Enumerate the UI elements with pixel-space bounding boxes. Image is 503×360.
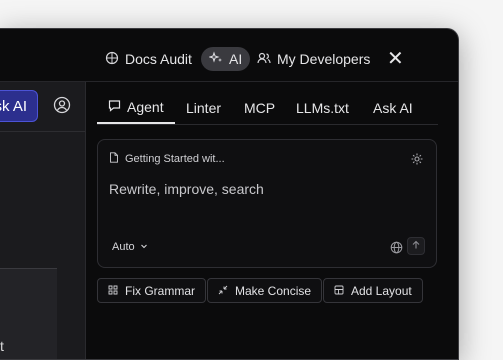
tab-mcp[interactable]: MCP [244,92,275,124]
fix-grammar-label: Fix Grammar [125,283,195,298]
tab-ask-ai-label: Ask AI [373,100,413,116]
send-button[interactable] [407,237,425,255]
tab-linter[interactable]: Linter [186,92,221,124]
app-window: Docs Audit AI My Developers ✕ sk AI t [0,28,459,360]
tab-mcp-label: MCP [244,100,276,116]
my-developers-button[interactable]: My Developers [257,47,370,71]
tab-bar: Agent Linter MCP LLMs.txt Ask AI [97,92,438,125]
left-panel: sk AI t [0,82,86,359]
tab-llms-txt-label: LLMs.txt [296,100,349,116]
add-layout-label: Add Layout [351,283,412,298]
left-divider [0,131,85,132]
arrow-up-icon [411,237,421,255]
tab-linter-label: Linter [186,100,222,116]
close-button[interactable]: ✕ [387,47,404,71]
minimize-icon [218,284,228,298]
fix-grammar-button[interactable]: Fix Grammar [97,278,206,303]
globe-grid-icon [105,51,119,68]
mode-select[interactable]: Auto [112,241,148,253]
tab-llms-txt[interactable]: LLMs.txt [296,92,349,124]
prompt-input[interactable]: Rewrite, improve, search [109,181,264,197]
top-bar: Docs Audit AI My Developers ✕ [0,29,458,82]
docs-audit-label: Docs Audit [125,51,192,67]
ask-ai-button[interactable]: sk AI [0,90,38,122]
prompt-card: Getting Started wit... Rewrite, improve,… [97,139,437,268]
ai-label: AI [229,51,243,67]
my-developers-label: My Developers [277,51,371,67]
sparkle-icon [208,50,223,68]
tab-ask-ai[interactable]: Ask AI [373,92,413,124]
tab-agent-label: Agent [127,99,164,115]
ask-ai-label: sk AI [0,97,27,115]
make-concise-label: Make Concise [235,283,312,298]
chevron-down-icon [140,241,148,253]
gear-icon[interactable] [410,152,424,166]
users-icon [257,51,271,68]
chat-icon [108,99,121,115]
document-chip-label: Getting Started wit... [125,153,225,165]
globe-icon[interactable] [390,241,403,254]
left-text-fragment: t [0,338,4,354]
left-subpanel [0,268,57,359]
user-circle-icon[interactable] [53,96,71,114]
layout-icon [334,284,344,298]
add-layout-button[interactable]: Add Layout [323,278,423,303]
file-icon [109,152,119,166]
tab-agent[interactable]: Agent [97,92,175,124]
grammar-icon [108,284,118,298]
mode-label: Auto [112,241,135,253]
document-chip[interactable]: Getting Started wit... [109,152,225,166]
ai-button[interactable]: AI [201,47,251,71]
docs-audit-button[interactable]: Docs Audit [105,47,192,71]
close-icon: ✕ [387,48,404,70]
make-concise-button[interactable]: Make Concise [207,278,323,303]
